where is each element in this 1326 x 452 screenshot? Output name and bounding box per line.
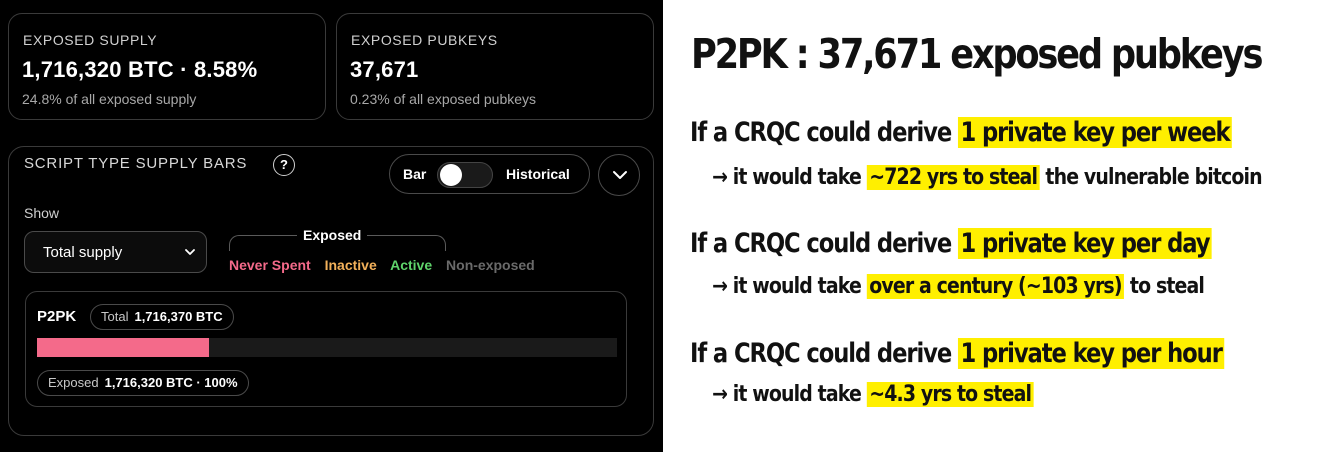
exposed-supply-card: EXPOSED SUPPLY 1,716,320 BTC · 8.58% 24.… xyxy=(8,13,326,120)
exposed-label: Exposed xyxy=(48,375,99,390)
scenario-day-prefix: If a CRQC could derive xyxy=(690,228,958,259)
help-icon[interactable]: ? xyxy=(273,154,295,176)
chevron-down-icon xyxy=(613,171,627,179)
exposed-pubkeys-value: 37,671 xyxy=(350,57,419,82)
dashboard-panel: EXPOSED SUPPLY 1,716,320 BTC · 8.58% 24.… xyxy=(0,0,663,452)
total-pill: Total 1,716,370 BTC xyxy=(90,304,234,330)
toggle-historical-label[interactable]: Historical xyxy=(506,166,570,182)
scenario-hour-highlight: 1 private key per hour xyxy=(957,338,1225,369)
bar-historical-switch[interactable] xyxy=(437,162,493,188)
panel-title: SCRIPT TYPE SUPPLY BARS xyxy=(24,155,248,172)
scenario-week-heading: If a CRQC could derive 1 private key per… xyxy=(690,117,1233,148)
exposed-pill: Exposed 1,716,320 BTC · 100% xyxy=(37,370,249,396)
exposed-pubkeys-subtext: 0.23% of all exposed pubkeys xyxy=(350,91,537,107)
scenario-week-result-prefix: → it would take xyxy=(712,165,867,190)
scenario-week-result-highlight: ~722 yrs to steal xyxy=(866,165,1040,190)
legend: Never Spent Inactive Active Non-exposed xyxy=(229,257,545,273)
scenario-hour-result-highlight: ~4.3 yrs to steal xyxy=(866,382,1034,407)
slide: P2PK : 37,671 exposed pubkeys If a CRQC … xyxy=(663,0,1326,452)
scenario-week-highlight: 1 private key per week xyxy=(957,117,1233,148)
scenario-week-prefix: If a CRQC could derive xyxy=(690,117,958,148)
exposed-supply-label: EXPOSED SUPPLY xyxy=(23,32,158,48)
toggle-bar-label[interactable]: Bar xyxy=(403,166,426,182)
exposed-pubkeys-label: EXPOSED PUBKEYS xyxy=(351,32,498,48)
exposed-value: 1,716,320 BTC · 100% xyxy=(104,375,238,390)
script-type-name: P2PK xyxy=(37,308,77,325)
chevron-down-icon xyxy=(185,249,195,255)
legend-inactive: Inactive xyxy=(324,257,377,273)
show-label: Show xyxy=(24,205,60,221)
total-label: Total xyxy=(101,309,129,324)
scenario-day-result-suffix: to steal xyxy=(1124,274,1205,299)
scenario-hour-prefix: If a CRQC could derive xyxy=(690,338,958,369)
p2pk-bar-card: P2PK Total 1,716,370 BTC Exposed 1,716,320… xyxy=(25,291,627,407)
exposed-supply-value: 1,716,320 BTC · 8.58% xyxy=(22,57,258,82)
scenario-hour-result: → it would take ~4.3 yrs to steal xyxy=(712,382,1034,407)
switch-knob[interactable] xyxy=(440,164,462,186)
show-select-value: Total supply xyxy=(43,244,123,261)
legend-non-exposed: Non-exposed xyxy=(446,257,535,273)
exposed-supply-subtext: 24.8% of all exposed supply xyxy=(22,91,197,107)
supply-bar-track xyxy=(37,338,617,357)
script-type-supply-panel: SCRIPT TYPE SUPPLY BARS ? Bar Historical… xyxy=(8,146,654,436)
scenario-day-result-highlight: over a century (~103 yrs) xyxy=(866,274,1125,299)
scenario-day-result-prefix: → it would take xyxy=(712,274,867,299)
view-toggle: Bar Historical xyxy=(389,154,590,194)
scenario-week-result: → it would take ~722 yrs to steal the vu… xyxy=(712,165,1263,190)
scenario-day-result: → it would take over a century (~103 yrs… xyxy=(712,274,1205,299)
scenario-hour-heading: If a CRQC could derive 1 private key per… xyxy=(690,338,1225,369)
scenario-day-highlight: 1 private key per day xyxy=(957,228,1212,259)
show-select[interactable]: Total supply xyxy=(24,231,207,273)
legend-active: Active xyxy=(390,257,433,273)
collapse-button[interactable] xyxy=(598,154,640,196)
scenario-week-result-suffix: the vulnerable bitcoin xyxy=(1039,165,1262,190)
legend-title: Exposed xyxy=(297,227,368,243)
supply-bar-fill[interactable] xyxy=(37,338,209,357)
exposed-pubkeys-card: EXPOSED PUBKEYS 37,671 0.23% of all expo… xyxy=(336,13,654,120)
slide-title: P2PK : 37,671 exposed pubkeys xyxy=(691,30,1263,78)
legend-never-spent: Never Spent xyxy=(229,257,311,273)
total-value: 1,716,370 BTC xyxy=(134,309,223,324)
scenario-day-heading: If a CRQC could derive 1 private key per… xyxy=(690,228,1212,259)
scenario-hour-result-prefix: → it would take xyxy=(712,382,867,407)
